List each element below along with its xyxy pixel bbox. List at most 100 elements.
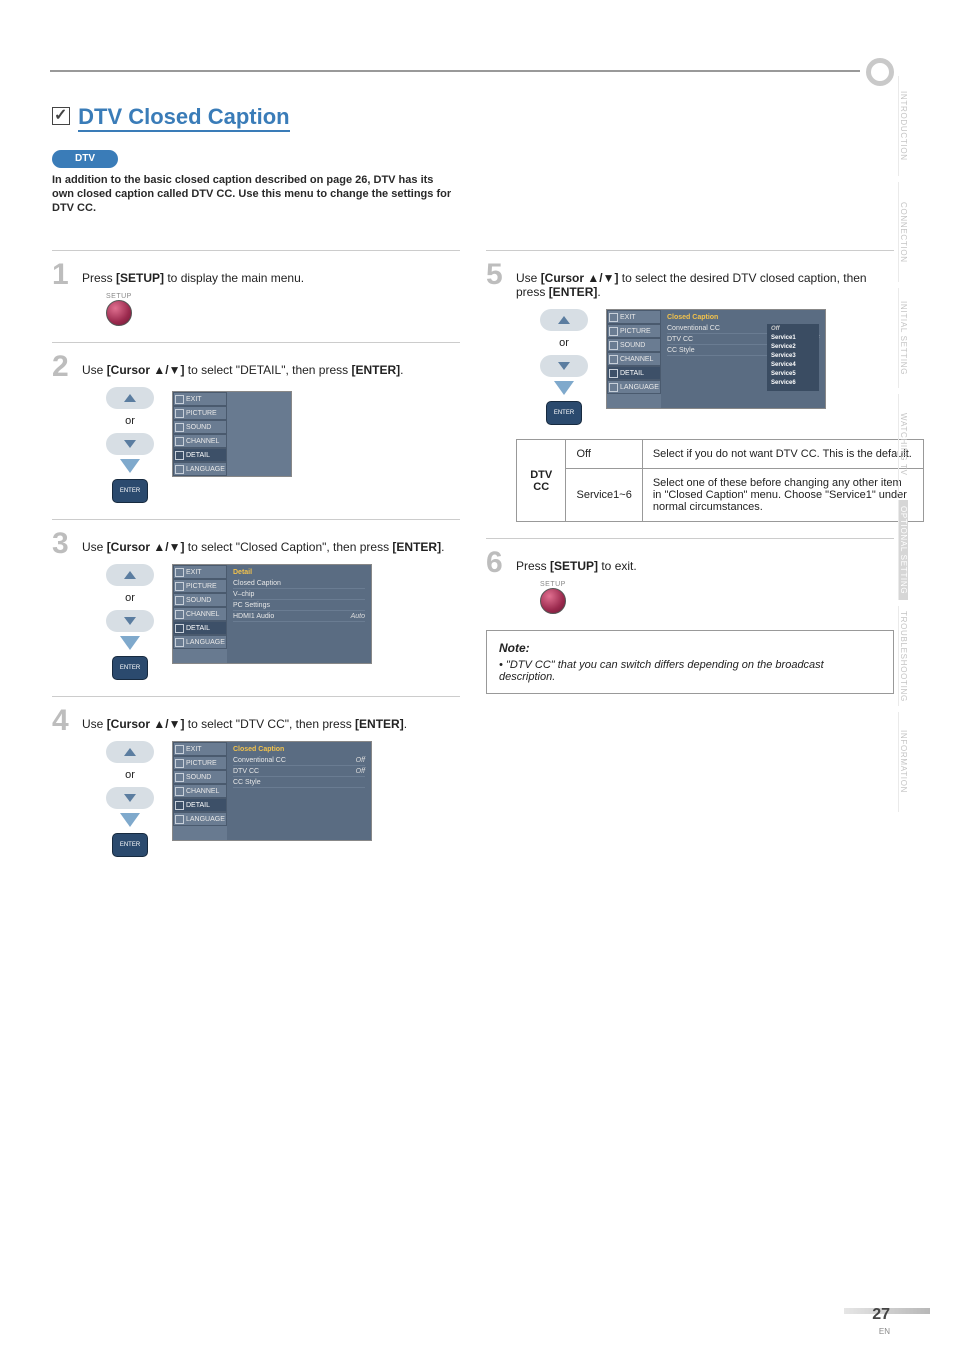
picture-icon xyxy=(175,582,184,591)
osd-row: PC Settings xyxy=(233,600,365,611)
text: Press xyxy=(82,271,116,285)
osd-sidebar: EXIT PICTURE SOUND CHANNEL DETAIL LANGUA… xyxy=(173,742,227,826)
section-title: DTV Closed Caption xyxy=(52,104,290,130)
step-text: Use [Cursor ▲/▼] to select "DETAIL", the… xyxy=(82,351,460,503)
step-text: Use [Cursor ▲/▼] to select the desired D… xyxy=(516,259,894,522)
setup-button-icon xyxy=(106,300,132,326)
cursor-arrows: or ENTER xyxy=(106,564,154,680)
osd-side-item: CHANNEL xyxy=(607,352,661,366)
key-cursor: [Cursor ▲/▼] xyxy=(107,363,185,377)
step-divider xyxy=(52,696,460,697)
arrow-down-icon xyxy=(120,813,140,827)
osd-row: DTV CCOff xyxy=(233,766,365,777)
osd-side-item: SOUND xyxy=(173,593,227,607)
submenu-item: Service1 xyxy=(771,335,815,344)
text: . xyxy=(441,540,444,554)
step-text: Use [Cursor ▲/▼] to select "DTV CC", the… xyxy=(82,705,460,857)
side-tab-introduction: INTRODUCTION xyxy=(898,76,908,176)
detail-icon xyxy=(175,451,184,460)
exit-icon xyxy=(175,395,184,404)
submenu-item: Service6 xyxy=(771,380,815,389)
key-setup: [SETUP] xyxy=(116,271,164,285)
osd-side-item: LANGUAGE xyxy=(607,380,661,394)
osd-side-item: EXIT xyxy=(173,565,227,579)
key-enter: [ENTER] xyxy=(392,540,441,554)
note-item: "DTV CC" that you can switch differs dep… xyxy=(499,659,881,683)
exit-icon xyxy=(609,313,618,322)
text: to exit. xyxy=(598,559,637,573)
osd-side-item: LANGUAGE xyxy=(173,462,227,476)
osd-row: HDMI1 AudioAuto xyxy=(233,611,365,622)
or-label: or xyxy=(559,337,569,349)
cursor-down-icon xyxy=(540,355,588,377)
osd-header: Closed Caption xyxy=(233,746,365,753)
side-tab-optional-setting: OPTIONAL SETTING xyxy=(898,500,908,600)
osd-sidebar: EXIT PICTURE SOUND CHANNEL DETAIL LANGUA… xyxy=(173,392,227,476)
dtv-badge: DTV xyxy=(52,150,118,168)
text: to display the main menu. xyxy=(164,271,304,285)
osd-row: Closed Caption xyxy=(233,578,365,589)
arrow-down-icon xyxy=(554,381,574,395)
osd-side-item: LANGUAGE xyxy=(173,635,227,649)
side-tab-information: INFORMATION xyxy=(898,712,908,812)
or-label: or xyxy=(125,769,135,781)
osd-side-item-active: DETAIL xyxy=(173,448,227,462)
osd-row: CC Style xyxy=(233,777,365,788)
cursor-up-icon xyxy=(106,387,154,409)
cursor-group: or ENTER EXIT PICTURE SOUND CHANNEL DETA… xyxy=(82,387,460,503)
detail-icon xyxy=(175,624,184,633)
text: to select "DTV CC", then press xyxy=(184,717,355,731)
step-6: 6 Press [SETUP] to exit. SETUP xyxy=(486,538,894,614)
step-number: 1 xyxy=(52,258,69,292)
cursor-down-icon xyxy=(106,433,154,455)
step-divider xyxy=(52,519,460,520)
osd-menu-detail: EXIT PICTURE SOUND CHANNEL DETAIL LANGUA… xyxy=(172,391,292,477)
channel-icon xyxy=(175,437,184,446)
osd-side-item: EXIT xyxy=(607,310,661,324)
header-rule xyxy=(50,70,860,72)
step-number: 2 xyxy=(52,350,69,384)
osd-side-item-active: DETAIL xyxy=(607,366,661,380)
osd-menu-closed-caption: EXIT PICTURE SOUND CHANNEL DETAIL LANGUA… xyxy=(172,741,372,841)
side-tabs: INTRODUCTION CONNECTION INITIAL SETTING … xyxy=(898,76,926,818)
submenu-item: Off xyxy=(771,326,815,335)
checkbox-icon xyxy=(52,107,70,125)
osd-side-item: CHANNEL xyxy=(173,784,227,798)
picture-icon xyxy=(609,327,618,336)
osd-side-item: SOUND xyxy=(173,420,227,434)
text: Use xyxy=(516,271,541,285)
page-number: 27 xyxy=(872,1306,890,1324)
key-cursor: [Cursor ▲/▼] xyxy=(541,271,619,285)
cursor-arrows: or ENTER xyxy=(106,387,154,503)
side-tab-watching-tv: WATCHING TV xyxy=(898,394,908,494)
corner-circle-decoration xyxy=(866,58,894,86)
cursor-up-icon xyxy=(106,564,154,586)
enter-button-icon: ENTER xyxy=(112,833,148,857)
cursor-arrows: or ENTER xyxy=(106,741,154,857)
osd-side-item: PICTURE xyxy=(173,756,227,770)
osd-side-item: EXIT xyxy=(173,392,227,406)
table-cell-desc: Select if you do not want DTV CC. This i… xyxy=(642,440,923,469)
osd-side-item: CHANNEL xyxy=(173,607,227,621)
section-title-text: DTV Closed Caption xyxy=(78,104,289,132)
remote-setup-button: SETUP xyxy=(540,581,894,614)
enter-button-icon: ENTER xyxy=(112,479,148,503)
table-cell-desc: Select one of these before changing any … xyxy=(642,469,923,522)
setup-button-icon xyxy=(540,588,566,614)
key-enter: [ENTER] xyxy=(549,285,598,299)
cursor-group: or ENTER EXIT PICTURE SOUND CHANNEL DETA… xyxy=(516,309,894,425)
key-cursor: [Cursor ▲/▼] xyxy=(107,717,185,731)
or-label: or xyxy=(125,415,135,427)
key-setup: [SETUP] xyxy=(550,559,598,573)
osd-main: Closed Caption Conventional CCOff DTV CC… xyxy=(227,742,371,840)
step-2: 2 Use [Cursor ▲/▼] to select "DETAIL", t… xyxy=(52,342,460,503)
step-divider xyxy=(486,250,894,251)
step-3: 3 Use [Cursor ▲/▼] to select "Closed Cap… xyxy=(52,519,460,680)
osd-side-item-active: DETAIL xyxy=(173,798,227,812)
osd-side-item: CHANNEL xyxy=(173,434,227,448)
text: Use xyxy=(82,717,107,731)
osd-side-item: SOUND xyxy=(173,770,227,784)
key-enter: [ENTER] xyxy=(352,363,401,377)
picture-icon xyxy=(175,759,184,768)
osd-row: V–chip xyxy=(233,589,365,600)
